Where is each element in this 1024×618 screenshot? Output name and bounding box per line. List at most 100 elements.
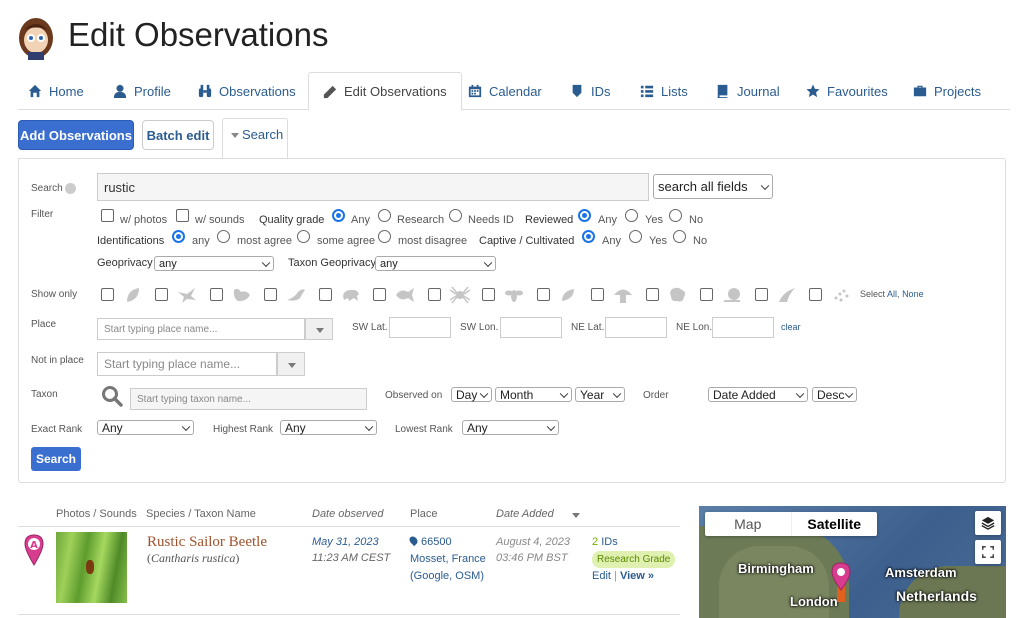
taxon-geoprivacy-select[interactable]: any [375,256,496,271]
select-all-link[interactable]: All [887,289,897,299]
tab-favourites[interactable]: Favourites [806,72,888,110]
iconic-taxon-checkbox[interactable] [591,288,604,301]
order-direction-select[interactable]: Desc [812,387,857,402]
tab-home[interactable]: Home [28,72,84,110]
search-toggle-tab[interactable]: Search [222,118,288,158]
tab-edit-observations[interactable]: Edit Observations [308,72,462,111]
column-date-observed[interactable]: Date observed [312,508,384,520]
batch-edit-button[interactable]: Batch edit [142,120,214,150]
column-photos[interactable]: Photos / Sounds [56,508,137,520]
exact-rank-select[interactable]: Any [97,420,194,435]
select-none-link[interactable]: None [902,289,924,299]
ne-lon-input[interactable] [712,317,774,338]
identifications-most-agree-radio[interactable] [217,230,230,243]
tab-calendar[interactable]: Calendar [468,72,542,110]
iconic-taxon-checkbox[interactable] [482,288,495,301]
tab-lists[interactable]: Lists [640,72,688,110]
reviewed-any-radio[interactable] [578,209,591,222]
highest-rank-select[interactable]: Any [280,420,377,435]
iconic-taxon-checkbox[interactable] [319,288,332,301]
lowest-rank-select[interactable]: Any [462,420,559,435]
reviewed-label: Reviewed [525,214,574,226]
search-field-select[interactable]: search all fields [653,174,773,199]
iconic-taxon-checkbox[interactable] [264,288,277,301]
quality-any-radio[interactable] [332,209,345,222]
observation-photo[interactable] [56,532,127,603]
add-observations-button[interactable]: Add Observations [18,120,134,150]
tab-observations[interactable]: Observations [198,72,296,110]
quality-needs-id-radio[interactable] [449,209,462,222]
iconic-taxon-checkbox[interactable] [755,288,768,301]
iconic-taxon-checkbox[interactable] [101,288,114,301]
captive-yes-radio[interactable] [629,230,642,243]
google-maps-link[interactable]: Google [414,570,449,582]
iconic-taxon-checkbox[interactable] [809,288,822,301]
fullscreen-icon [982,546,994,558]
iconic-taxon-checkbox[interactable] [210,288,223,301]
column-species[interactable]: Species / Taxon Name [146,508,256,520]
identifications-cell: 2 IDs Research Grade Edit | View » [592,534,676,585]
iconic-taxon-checkbox[interactable] [155,288,168,301]
iconic-taxon-checkbox[interactable] [646,288,659,301]
not-in-place-dropdown-button[interactable] [277,352,305,376]
month-select[interactable]: Month [495,387,572,402]
view-link[interactable]: View » [620,570,654,582]
pencil-icon [323,85,337,98]
ids-link[interactable]: IDs [601,536,618,548]
quality-needs-id-label: Needs ID [468,214,514,226]
iconic-taxon-checkbox[interactable] [700,288,713,301]
column-place[interactable]: Place [410,508,438,520]
captive-no-radio[interactable] [673,230,686,243]
search-tab-label: Search [242,127,284,142]
sw-lon-input[interactable] [500,317,562,338]
user-avatar[interactable] [18,16,54,60]
captive-any-radio[interactable] [582,230,595,243]
not-in-place-input[interactable]: Start typing place name... [97,352,277,376]
sort-desc-icon[interactable] [572,513,580,518]
sw-lat-input[interactable] [389,317,451,338]
reviewed-no-radio[interactable] [669,209,682,222]
tab-projects[interactable]: Projects [913,72,981,110]
tab-profile[interactable]: Profile [113,72,171,110]
reviewed-yes-radio[interactable] [625,209,638,222]
tab-journal[interactable]: Journal [716,72,780,110]
tab-ids[interactable]: IDs [570,72,611,110]
layers-button[interactable] [975,511,1001,535]
iconic-taxon-checkbox[interactable] [537,288,550,301]
iconic-taxon-checkbox[interactable] [373,288,386,301]
nav-tabs: Home Profile Observations Edit Observati… [18,72,1010,111]
day-select[interactable]: Day [451,387,492,402]
results-map[interactable]: Map Satellite Birmingham London Amsterda… [699,506,1006,618]
place-input[interactable]: Start typing place name... [97,318,305,340]
select-value: Date Added [713,387,776,402]
column-date-added[interactable]: Date Added [496,508,554,520]
search-button[interactable]: Search [31,447,81,471]
clear-bounds-link[interactable]: clear [781,322,801,332]
search-input[interactable]: rustic [97,173,649,201]
geoprivacy-select[interactable]: any [154,256,274,271]
identifications-any-radio[interactable] [172,230,185,243]
iconic-taxon-checkbox[interactable] [428,288,441,301]
quality-research-radio[interactable] [378,209,391,222]
place-dropdown-button[interactable] [305,318,333,340]
map-type-map-button[interactable]: Map [705,512,792,536]
place-code[interactable]: 66500 [421,536,452,548]
sounds-checkbox[interactable] [176,209,189,222]
order-by-select[interactable]: Date Added [708,387,808,402]
map-marker-icon[interactable]: A [24,534,44,566]
search-panel: Search rustic search all fields Filter w… [18,158,1006,483]
species-common-name[interactable]: Rustic Sailor Beetle [147,534,267,551]
ne-lat-input[interactable] [605,317,667,338]
osm-link[interactable]: OSM [455,570,480,582]
date-observed-date[interactable]: May 31, 2023 [312,534,390,550]
help-icon[interactable] [65,183,77,194]
year-select[interactable]: Year [575,387,625,402]
identifications-some-agree-radio[interactable] [297,230,310,243]
edit-link[interactable]: Edit [592,570,611,582]
identifications-most-disagree-radio[interactable] [378,230,391,243]
map-pin-icon[interactable] [831,562,851,604]
taxon-input[interactable]: Start typing taxon name... [130,388,367,410]
map-type-satellite-button[interactable]: Satellite [792,512,878,536]
fullscreen-button[interactable] [975,540,1001,564]
photos-checkbox[interactable] [101,209,114,222]
